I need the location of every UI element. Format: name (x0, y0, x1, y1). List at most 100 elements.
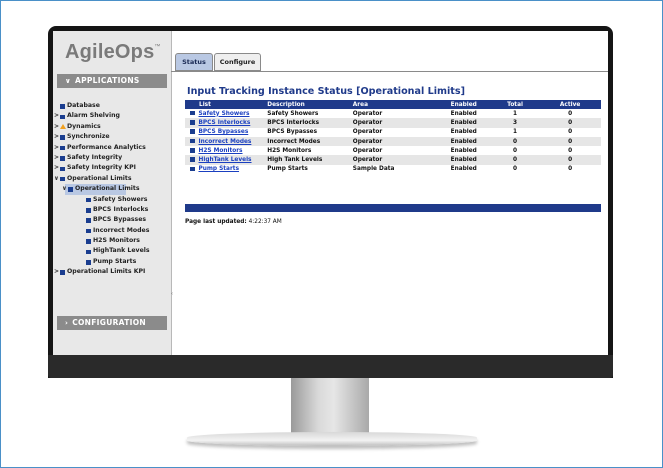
sidebar-item[interactable]: HighTank Levels (53, 246, 171, 256)
square-icon (86, 239, 91, 244)
sidebar-item[interactable]: > Operational Limits KPI (53, 267, 171, 277)
description-cell: H2S Monitors (264, 146, 350, 156)
sidebar-item[interactable]: BPCS Bypasses (53, 215, 171, 225)
column-header-description: Description (264, 100, 350, 109)
chevron-right-icon[interactable]: > (54, 153, 59, 163)
description-cell: BPCS Bypasses (264, 127, 350, 137)
tab-configure[interactable]: Configure (214, 53, 261, 71)
sidebar-item-label: Incorrect Modes (93, 226, 150, 234)
sidebar-item[interactable]: > Dynamics (53, 122, 171, 132)
area-cell: Operator (349, 127, 437, 137)
description-cell: Pump Starts (264, 164, 350, 175)
list-cell: Pump Starts (185, 164, 265, 175)
table-row: BPCS Interlocks BPCS Interlocks Operator En… (185, 118, 601, 128)
list-cell: HighTank Levels (185, 155, 265, 165)
square-icon (60, 176, 65, 182)
sidebar-item-label: Alarm Shelving (67, 112, 120, 120)
list-link[interactable]: Incorrect Modes (199, 139, 252, 145)
sidebar-item[interactable]: > Performance Analytics (53, 143, 171, 153)
list-link[interactable]: HighTank Levels (199, 157, 252, 163)
description-cell: BPCS Interlocks (264, 118, 350, 128)
total-cell: 0 (490, 146, 540, 156)
area-cell: Operator (349, 146, 437, 156)
total-cell: 0 (490, 136, 540, 147)
table-row: Incorrect Modes Incorrect Modes Operator En… (185, 136, 601, 147)
list-link[interactable]: BPCS Bypasses (199, 129, 249, 135)
table-header-row: List Description Area Enabled Total Acti… (185, 100, 601, 109)
column-header-area: Area (349, 100, 437, 109)
enabled-cell: Enabled (436, 164, 491, 175)
sidebar-item[interactable]: > Alarm Shelving (53, 111, 171, 121)
area-cell: Operator (349, 155, 437, 165)
chevron-right-icon[interactable]: > (54, 111, 59, 121)
chevron-right-icon[interactable]: > (54, 267, 59, 277)
active-cell: 0 (539, 109, 601, 119)
square-icon (190, 166, 195, 172)
monitor-stand-neck (291, 378, 369, 436)
sidebar-item[interactable]: Database (53, 101, 171, 111)
sidebar-item[interactable]: > Safety Integrity (53, 153, 171, 163)
sidebar-item[interactable]: ∨ Operational Limits (53, 184, 171, 195)
area-cell: Operator (349, 136, 437, 147)
chevron-down-icon[interactable]: ∨ (62, 184, 67, 194)
description-cell: High Tank Levels (264, 155, 350, 165)
list-cell: Safety Showers (185, 109, 265, 119)
sidebar-item-label: HighTank Levels (93, 247, 150, 255)
sidebar-item[interactable]: BPCS Interlocks (53, 205, 171, 215)
chevron-right-icon[interactable]: > (54, 163, 59, 173)
list-link[interactable]: H2S Monitors (199, 148, 243, 154)
monitor-screen: AgileOps™ ∨ APPLICATIONS Database > Alarm S… (53, 31, 608, 355)
sidebar-item[interactable]: ∨ Operational Limits (53, 174, 171, 184)
square-icon (60, 166, 65, 172)
table-row: Safety Showers Safety Showers Operator Enab… (185, 109, 601, 119)
description-cell: Safety Showers (264, 109, 350, 119)
active-cell: 0 (539, 127, 601, 137)
list-cell: H2S Monitors (185, 146, 265, 156)
enabled-cell: Enabled (436, 136, 491, 147)
table-row: BPCS Bypasses BPCS Bypasses Operator Enable… (185, 127, 601, 137)
sidebar-item[interactable]: H2S Monitors (53, 236, 171, 246)
tab-status[interactable]: Status (175, 53, 213, 71)
active-cell: 0 (539, 155, 601, 165)
enabled-cell: Enabled (436, 127, 491, 137)
chevron-right-icon[interactable]: > (54, 132, 59, 142)
active-cell: 0 (539, 146, 601, 156)
sidebar-item[interactable]: Incorrect Modes (53, 226, 171, 236)
chevron-right-icon[interactable]: > (54, 143, 59, 153)
chevron-right-icon[interactable]: > (54, 122, 59, 132)
enabled-cell: Enabled (436, 155, 491, 165)
list-cell: Incorrect Modes (185, 136, 265, 147)
chevron-down-icon: ∨ (65, 77, 71, 85)
sidebar-item[interactable]: > Safety Integrity KPI (53, 163, 171, 173)
configuration-section-header[interactable]: › CONFIGURATION (57, 316, 167, 330)
sidebar-item-label: Performance Analytics (67, 143, 146, 151)
sidebar-item[interactable]: Safety Showers (53, 195, 171, 205)
square-icon (190, 120, 195, 125)
chevron-right-icon: › (65, 319, 69, 327)
total-cell: 1 (490, 109, 540, 119)
total-cell: 1 (490, 127, 540, 137)
square-icon (60, 156, 65, 161)
sidebar-item-label: Safety Integrity (67, 153, 123, 161)
square-icon (60, 135, 65, 140)
list-link[interactable]: BPCS Interlocks (199, 120, 251, 126)
square-icon (60, 104, 65, 109)
square-icon (190, 138, 195, 144)
warning-triangle-icon (60, 124, 66, 130)
enabled-cell: Enabled (436, 146, 491, 156)
page-frame: AgileOps™ ∨ APPLICATIONS Database > Alarm S… (0, 0, 663, 468)
sidebar-item[interactable]: Pump Starts (53, 257, 171, 267)
list-link[interactable]: Pump Starts (199, 166, 240, 172)
list-link[interactable]: Safety Showers (199, 111, 250, 117)
list-cell: BPCS Bypasses (185, 127, 265, 137)
square-icon (190, 129, 195, 134)
enabled-cell: Enabled (436, 118, 491, 128)
sidebar-item[interactable]: > Synchronize (53, 132, 171, 142)
applications-section-header[interactable]: ∨ APPLICATIONS (57, 74, 167, 88)
chevron-down-icon[interactable]: ∨ (54, 174, 59, 184)
square-icon (60, 114, 65, 120)
active-cell: 0 (539, 164, 601, 175)
page-title: Input Tracking Instance Status [Operatio… (187, 86, 465, 97)
sidebar-item-label: Dynamics (67, 122, 101, 130)
total-cell: 0 (490, 164, 540, 175)
